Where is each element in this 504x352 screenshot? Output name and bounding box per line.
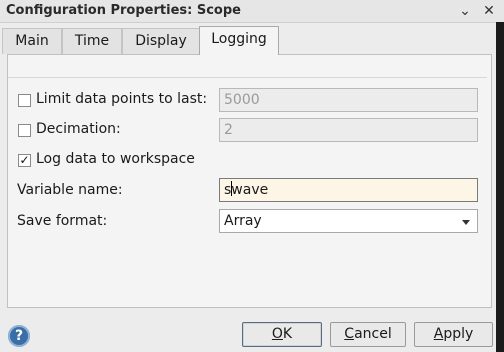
decimation-checkbox[interactable] <box>18 124 31 137</box>
tab-main[interactable]: Main <box>2 28 62 54</box>
decimation-field[interactable]: 2 <box>219 118 478 142</box>
variable-name-label: Variable name: <box>17 182 123 198</box>
minimize-icon[interactable]: ⌄ <box>457 3 473 19</box>
apply-button[interactable]: Apply <box>414 322 493 347</box>
cancel-button[interactable]: Cancel <box>330 322 406 347</box>
variable-name-text-end: wave <box>231 182 269 198</box>
save-format-value: Array <box>224 213 262 229</box>
log-to-workspace-label: Log data to workspace <box>36 151 195 167</box>
tab-logging[interactable]: Logging <box>199 26 279 55</box>
title-bar: Configuration Properties: Scope ⌄ ✕ <box>0 0 504 23</box>
background-window-edge <box>496 22 504 352</box>
window-title: Configuration Properties: Scope <box>6 3 241 18</box>
limit-points-label: Limit data points to last: <box>36 91 208 107</box>
save-format-label: Save format: <box>17 213 108 229</box>
save-format-select[interactable]: Array <box>219 209 478 233</box>
decimation-label: Decimation: <box>36 121 121 137</box>
help-icon[interactable]: ? <box>8 325 30 347</box>
tab-time[interactable]: Time <box>62 28 122 54</box>
variable-name-field[interactable]: swave <box>219 178 478 202</box>
limit-points-checkbox[interactable] <box>18 94 31 107</box>
close-icon[interactable]: ✕ <box>481 3 497 19</box>
ok-button[interactable]: OK <box>242 322 322 347</box>
chevron-down-icon <box>462 220 470 225</box>
log-to-workspace-checkbox[interactable]: ✓ <box>18 154 31 167</box>
tab-display[interactable]: Display <box>122 28 200 54</box>
logging-group: Limit data points to last: 5000 Decimati… <box>8 77 487 304</box>
limit-points-field[interactable]: 5000 <box>219 88 478 112</box>
